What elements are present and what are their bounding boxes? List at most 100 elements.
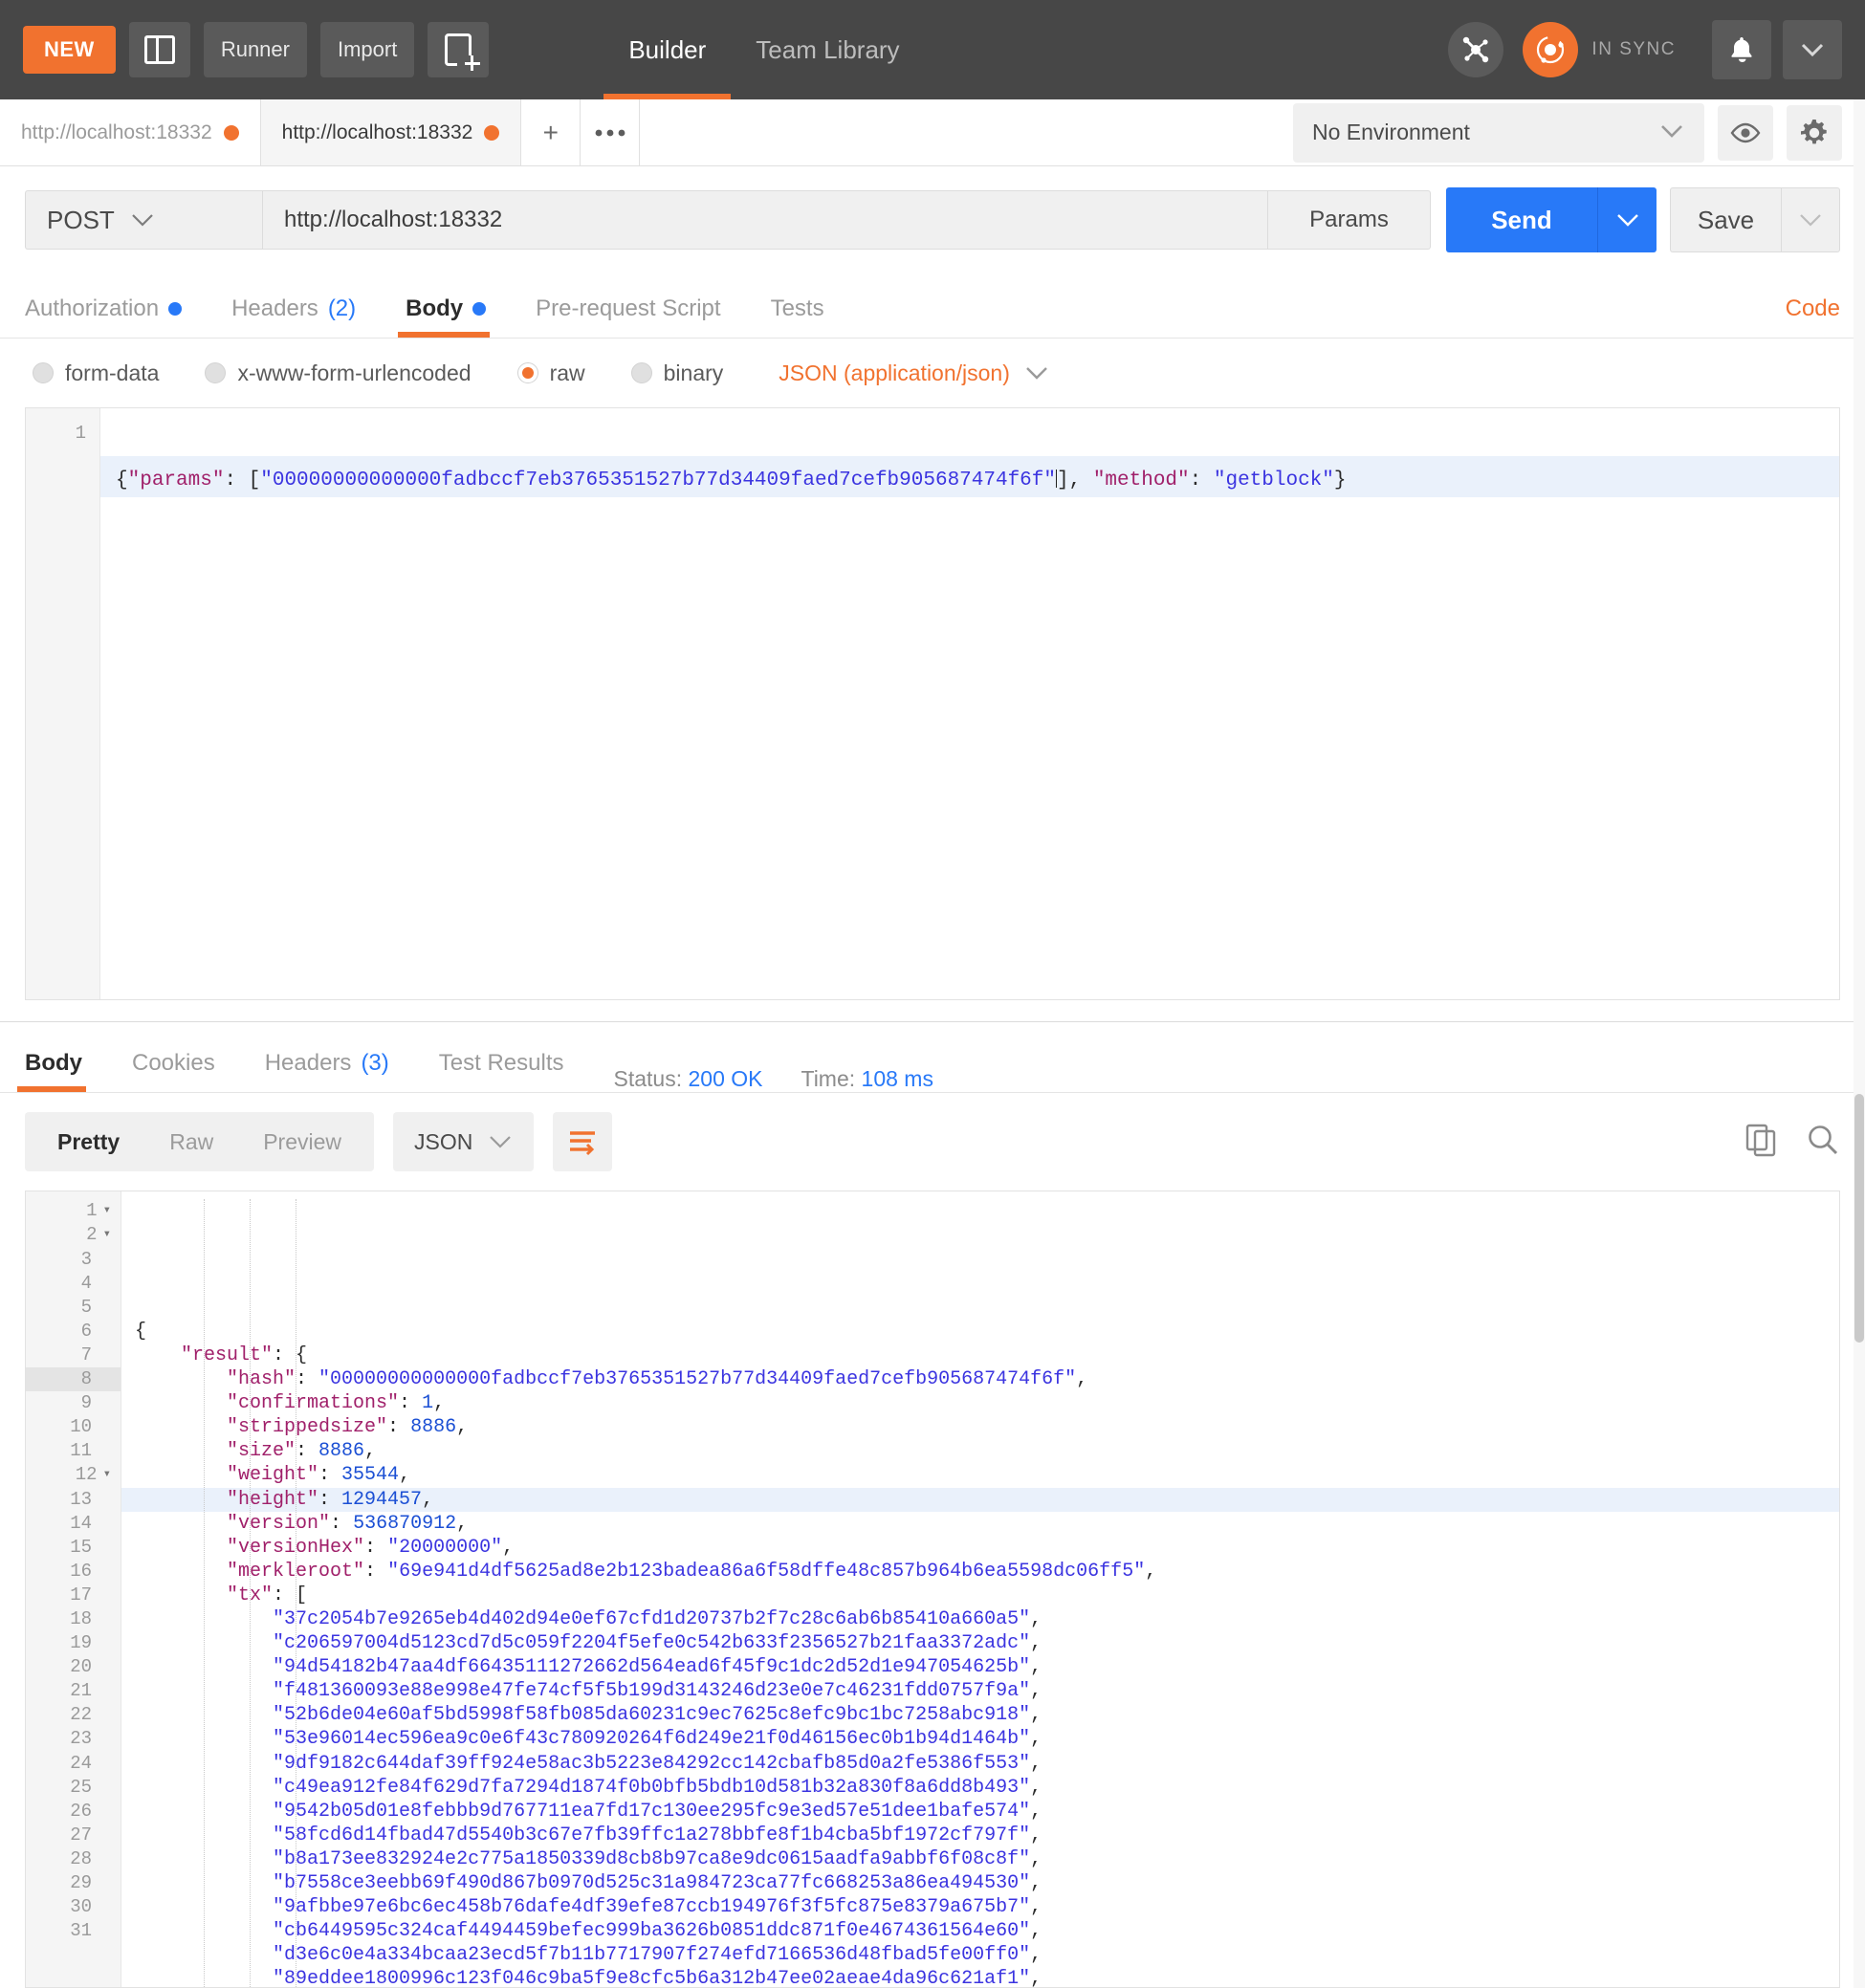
tab-body[interactable]: Body (398, 295, 491, 338)
send-button[interactable]: Send (1446, 187, 1597, 252)
req-tok-colon2: : (1189, 470, 1214, 492)
response-line-number: 18 (70, 1607, 92, 1629)
copy-button[interactable] (1744, 1123, 1777, 1162)
response-code-line: "f481360093e88e998e47fe74cf5f5b199d31432… (273, 1680, 1042, 1703)
tab-headers[interactable]: Headers (2) (231, 295, 356, 338)
response-line-number: 24 (70, 1752, 92, 1774)
body-type-form-data-label: form-data (65, 360, 160, 385)
response-divider[interactable] (0, 1021, 1865, 1029)
app-header: NEW Runner Import Builder Team Library I… (0, 0, 1865, 99)
body-type-urlencoded-label: x-www-form-urlencoded (237, 360, 472, 385)
add-tab-button[interactable]: + (521, 99, 581, 165)
tab-tests[interactable]: Tests (771, 295, 824, 338)
http-method-value: POST (47, 205, 115, 234)
response-tab-headers-count: (3) (361, 1050, 389, 1077)
body-type-binary-label: binary (663, 360, 724, 385)
new-tab-button[interactable] (428, 22, 490, 77)
view-mode-pretty[interactable]: Pretty (33, 1129, 144, 1155)
response-scrollbar[interactable] (1854, 99, 1865, 1988)
sync-icon[interactable] (1523, 22, 1579, 77)
tab-headers-count: (2) (327, 295, 357, 321)
response-code-line: "89eddee1800996c123f046c9ba5f9e8cfc5b6a3… (273, 1968, 1042, 1987)
save-options-button[interactable] (1781, 187, 1840, 252)
response-json-code[interactable]: { "result": { "hash": "00000000000000fad… (121, 1191, 1839, 1987)
tab-authorization[interactable]: Authorization (25, 295, 183, 338)
chevron-down-icon (1800, 214, 1821, 227)
body-type-urlencoded[interactable]: x-www-form-urlencoded (205, 360, 472, 386)
url-input[interactable]: http://localhost:18332 (262, 190, 1268, 250)
response-code-line: "b8a173ee832924e2c775a1850339d8cb8b97ca8… (273, 1847, 1042, 1870)
response-format-select[interactable]: JSON (393, 1112, 535, 1172)
response-tab-body[interactable]: Body (17, 1050, 86, 1093)
request-tab-bar: http://localhost:18332 http://localhost:… (0, 99, 1865, 166)
request-tab-2[interactable]: http://localhost:18332 (260, 99, 522, 165)
request-body-code[interactable]: {"params": ["00000000000000fadbccf7eb376… (100, 408, 1839, 999)
params-button[interactable]: Params (1268, 190, 1431, 250)
response-line-number: 26 (70, 1800, 92, 1822)
view-mode-raw[interactable]: Raw (144, 1129, 238, 1155)
response-line-number: 17 (70, 1584, 92, 1606)
chevron-down-icon (1026, 367, 1047, 380)
notifications-button[interactable] (1712, 20, 1771, 79)
response-code-line: { (135, 1320, 147, 1343)
response-format-value: JSON (414, 1128, 473, 1154)
body-type-raw[interactable]: raw (516, 360, 585, 386)
req-tok-colon1: : [ (224, 470, 261, 492)
response-line-number: 1 ▾ (26, 1199, 121, 1223)
response-code-line: "9542b05d01e8febbb9d767711ea7fd17c130ee2… (273, 1800, 1042, 1823)
tab-authorization-label: Authorization (25, 295, 160, 321)
nav-tab-builder[interactable]: Builder (603, 0, 732, 99)
account-menu-button[interactable] (1783, 20, 1842, 79)
response-toolbar-right (1744, 1123, 1840, 1162)
response-line-number: 12 ▾ (26, 1463, 121, 1487)
nav-tab-team-library[interactable]: Team Library (731, 0, 924, 99)
response-line-number: 13 (70, 1488, 92, 1510)
body-type-form-data[interactable]: form-data (33, 360, 159, 386)
response-status-line: Status: 200 OK Time: 108 ms (614, 1066, 958, 1092)
response-code-line: "94d54182b47aa4df66435111272662d564ead6f… (273, 1656, 1042, 1679)
network-icon[interactable] (1448, 22, 1504, 77)
word-wrap-button[interactable] (553, 1112, 613, 1172)
send-options-button[interactable] (1597, 187, 1657, 252)
tab-body-label: Body (406, 295, 464, 321)
runner-button[interactable]: Runner (203, 22, 307, 77)
environment-quick-look-button[interactable] (1718, 104, 1773, 161)
new-button[interactable]: NEW (23, 26, 116, 74)
tab-headers-label: Headers (231, 295, 318, 321)
indicator-dot-icon (472, 302, 487, 316)
http-method-select[interactable]: POST (25, 190, 262, 250)
tab-pre-request-script[interactable]: Pre-request Script (536, 295, 720, 338)
split-pane-button[interactable] (128, 22, 190, 77)
response-view-mode-group: Pretty Raw Preview (25, 1112, 375, 1172)
code-link[interactable]: Code (1786, 295, 1840, 338)
word-wrap-icon (570, 1131, 596, 1156)
response-tab-test-results[interactable]: Test Results (439, 1050, 564, 1092)
response-tab-headers[interactable]: Headers (3) (265, 1050, 389, 1092)
radio-icon (205, 362, 227, 383)
search-button[interactable] (1806, 1123, 1840, 1162)
response-line-number: 31 (70, 1920, 92, 1942)
status-label: Status: (613, 1066, 683, 1092)
response-scrollbar-thumb[interactable] (1854, 1094, 1864, 1343)
chevron-down-icon (490, 1136, 512, 1148)
import-button[interactable]: Import (319, 22, 415, 77)
chevron-down-icon (1658, 120, 1685, 145)
response-body-viewer[interactable]: 1 ▾ 2 ▾ 3 4 5 6 7 8 9 10 11 12 ▾ 13 14 15 16 17 18 19 20 21 22 23… (25, 1191, 1840, 1988)
radio-selected-icon (516, 362, 538, 383)
settings-button[interactable] (1787, 104, 1842, 161)
response-code-line: "9df9182c644daf39ff924e58ac3b5223e84292c… (273, 1752, 1042, 1775)
response-code-line: "58fcd6d14fbad47d5540b3c67e7fb39ffc1a278… (273, 1824, 1042, 1846)
response-code-line: "tx": [ (227, 1584, 308, 1606)
response-code-line: "cb6449595c324caf4494459befec999ba3626b0… (273, 1920, 1042, 1943)
radio-icon (630, 362, 652, 383)
response-code-line: "b7558ce3eebb69f490d867b0970d525c31a9847… (273, 1872, 1042, 1895)
environment-select[interactable]: No Environment (1293, 102, 1704, 163)
tab-options-button[interactable] (581, 99, 641, 165)
request-body-editor[interactable]: 1 {"params": ["00000000000000fadbccf7eb3… (25, 407, 1840, 1000)
view-mode-preview[interactable]: Preview (238, 1129, 366, 1155)
content-type-select[interactable]: JSON (application/json) (779, 360, 1050, 386)
response-tab-cookies[interactable]: Cookies (132, 1050, 215, 1092)
body-type-binary[interactable]: binary (630, 360, 724, 386)
save-button[interactable]: Save (1670, 187, 1781, 252)
request-tab-1[interactable]: http://localhost:18332 (0, 99, 261, 165)
